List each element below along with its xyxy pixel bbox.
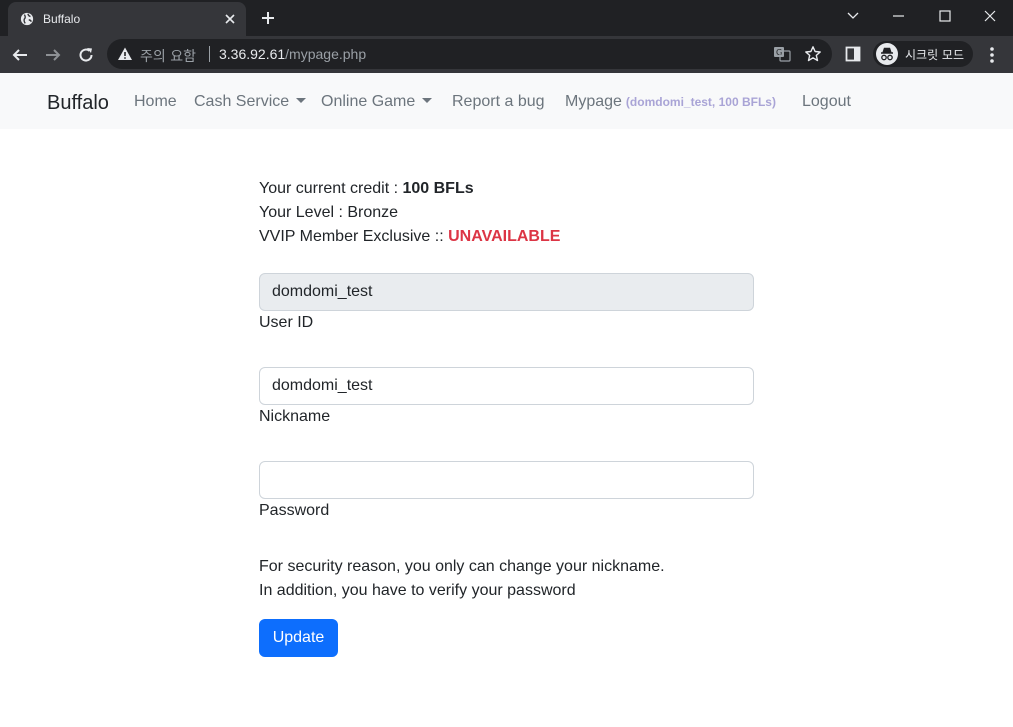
side-panel-icon[interactable]: [845, 46, 861, 62]
incognito-icon: [876, 43, 898, 65]
nav-online-game-label: Online Game: [321, 93, 416, 110]
svg-text:G: G: [776, 48, 782, 57]
bookmark-star-icon[interactable]: [804, 45, 822, 63]
forward-icon[interactable]: [41, 43, 65, 67]
new-tab-icon[interactable]: [259, 9, 277, 27]
brand-logo[interactable]: Buffalo: [47, 92, 109, 115]
credit-label: Your current credit :: [259, 180, 403, 197]
browser-tabstrip: Buffalo: [0, 0, 1013, 36]
address-separator: [209, 46, 210, 62]
browser-toolbar: 주의 요함 3.36.92.61/mypage.php G 시크릿 모드: [0, 36, 1013, 73]
vvip-label: VVIP Member Exclusive ::: [259, 228, 449, 245]
warning-icon[interactable]: [117, 46, 133, 62]
url-path: /mypage.php: [285, 46, 367, 62]
incognito-indicator[interactable]: 시크릿 모드: [873, 41, 973, 67]
translate-icon[interactable]: G: [773, 45, 791, 63]
nav-report-bug[interactable]: Report a bug: [452, 93, 545, 111]
site-navbar: Buffalo Home Cash Service Online Game Re…: [0, 73, 1013, 129]
level-line: Your Level : Bronze: [259, 204, 399, 221]
credit-line: Your current credit : 100 BFLs: [259, 180, 474, 198]
window-close-icon[interactable]: [967, 0, 1013, 32]
tab-search-icon[interactable]: [830, 0, 876, 32]
nav-cash-service[interactable]: Cash Service: [194, 93, 307, 111]
password-field[interactable]: [259, 461, 754, 499]
vvip-status-badge: UNAVAILABLE: [448, 228, 561, 245]
nav-online-game[interactable]: Online Game: [321, 93, 433, 111]
address-bar[interactable]: 주의 요함 3.36.92.61/mypage.php G: [107, 39, 832, 69]
dropdown-caret-icon: [296, 98, 307, 103]
security-status[interactable]: 주의 요함: [140, 46, 196, 66]
reload-icon[interactable]: [74, 43, 98, 67]
mypage-user-summary: (domdomi_test, 100 BFLs): [625, 95, 776, 109]
more-menu-icon[interactable]: [984, 45, 1000, 65]
credit-value: 100 BFLs: [402, 180, 474, 197]
browser-tab[interactable]: Buffalo: [8, 2, 246, 36]
maximize-icon[interactable]: [922, 0, 968, 32]
dropdown-caret-icon: [422, 98, 433, 103]
nickname-label: Nickname: [259, 408, 331, 425]
nav-mypage[interactable]: Mypage (domdomi_test, 100 BFLs): [565, 93, 776, 111]
url-text[interactable]: 3.36.92.61/mypage.php: [219, 46, 366, 62]
nickname-field[interactable]: [259, 367, 754, 405]
minimize-icon[interactable]: [876, 0, 922, 32]
security-note-line-1: For security reason, you only can change…: [259, 558, 665, 575]
update-button[interactable]: Update: [259, 619, 338, 657]
user-id-field[interactable]: [259, 273, 754, 311]
security-note-line-2: In addition, you have to verify your pas…: [259, 582, 576, 599]
nav-cash-service-label: Cash Service: [194, 93, 290, 110]
nav-mypage-label: Mypage: [565, 93, 622, 110]
password-label: Password: [259, 502, 330, 519]
close-tab-icon[interactable]: [222, 11, 238, 27]
incognito-label: 시크릿 모드: [905, 48, 965, 62]
globe-icon: [20, 12, 34, 26]
back-icon[interactable]: [8, 43, 32, 67]
vvip-line: VVIP Member Exclusive :: UNAVAILABLE: [259, 228, 560, 246]
nav-home[interactable]: Home: [134, 93, 177, 111]
tab-title: Buffalo: [43, 12, 81, 26]
url-host: 3.36.92.61: [219, 46, 286, 62]
user-id-label: User ID: [259, 314, 314, 331]
nav-logout[interactable]: Logout: [802, 93, 851, 111]
